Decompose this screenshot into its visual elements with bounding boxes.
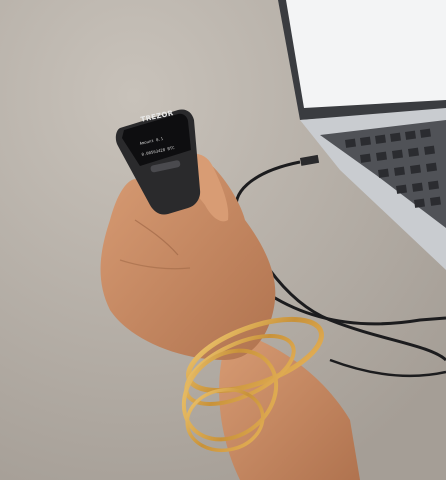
photo-illustration [0, 0, 446, 480]
photo-scene: TREZOR Amount 0.1 0.00563428 BTC [0, 0, 446, 480]
